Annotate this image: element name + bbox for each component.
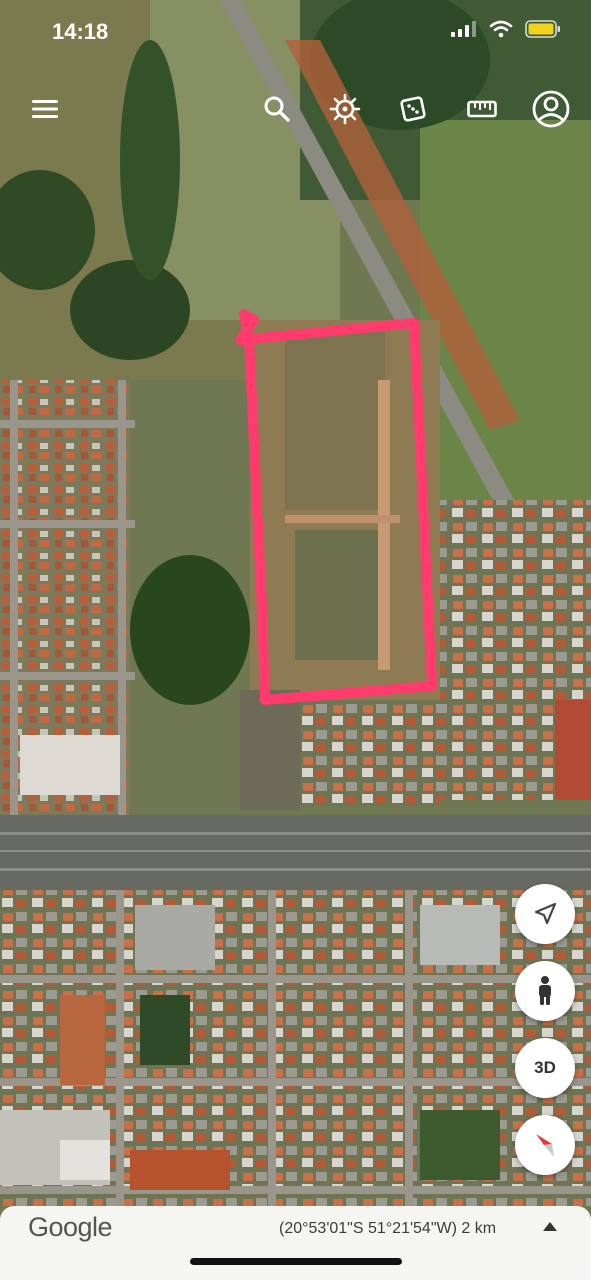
coordinates-scale[interactable]: (20°53'01"S 51°21'54"W) 2 km bbox=[279, 1220, 496, 1238]
compass-icon bbox=[536, 1134, 554, 1157]
battery-icon bbox=[525, 20, 560, 38]
wifi-icon bbox=[489, 20, 513, 38]
view-3d-button[interactable]: 3D bbox=[515, 1038, 575, 1098]
street-view-icon bbox=[539, 976, 551, 1005]
voyager-icon bbox=[329, 93, 361, 125]
my-location-button[interactable] bbox=[515, 884, 575, 944]
search-icon bbox=[264, 96, 290, 122]
voyager-button[interactable] bbox=[322, 86, 368, 132]
cellular-signal-icon bbox=[451, 21, 476, 37]
satellite-map[interactable] bbox=[0, 0, 591, 1280]
account-icon bbox=[532, 90, 570, 128]
feeling-lucky-icon bbox=[400, 96, 426, 122]
feeling-lucky-button[interactable] bbox=[390, 86, 436, 132]
status-time: 14:18 bbox=[52, 19, 109, 44]
street-view-button[interactable] bbox=[515, 961, 575, 1021]
status-bar: 14:18 bbox=[0, 0, 591, 64]
chevron-up-icon[interactable] bbox=[543, 1222, 557, 1231]
measure-icon bbox=[467, 100, 497, 118]
menu-button[interactable] bbox=[22, 86, 68, 132]
status-icons bbox=[451, 20, 561, 38]
search-button[interactable] bbox=[254, 86, 300, 132]
my-location-icon bbox=[534, 902, 557, 925]
menu-icon bbox=[32, 100, 58, 118]
bottom-bar: Google (20°53'01"S 51°21'54"W) 2 km bbox=[0, 1206, 591, 1280]
measure-button[interactable] bbox=[459, 86, 505, 132]
google-logo: Google bbox=[28, 1212, 113, 1242]
home-indicator[interactable] bbox=[190, 1258, 402, 1265]
compass-button[interactable] bbox=[515, 1115, 575, 1175]
account-button[interactable] bbox=[528, 86, 574, 132]
